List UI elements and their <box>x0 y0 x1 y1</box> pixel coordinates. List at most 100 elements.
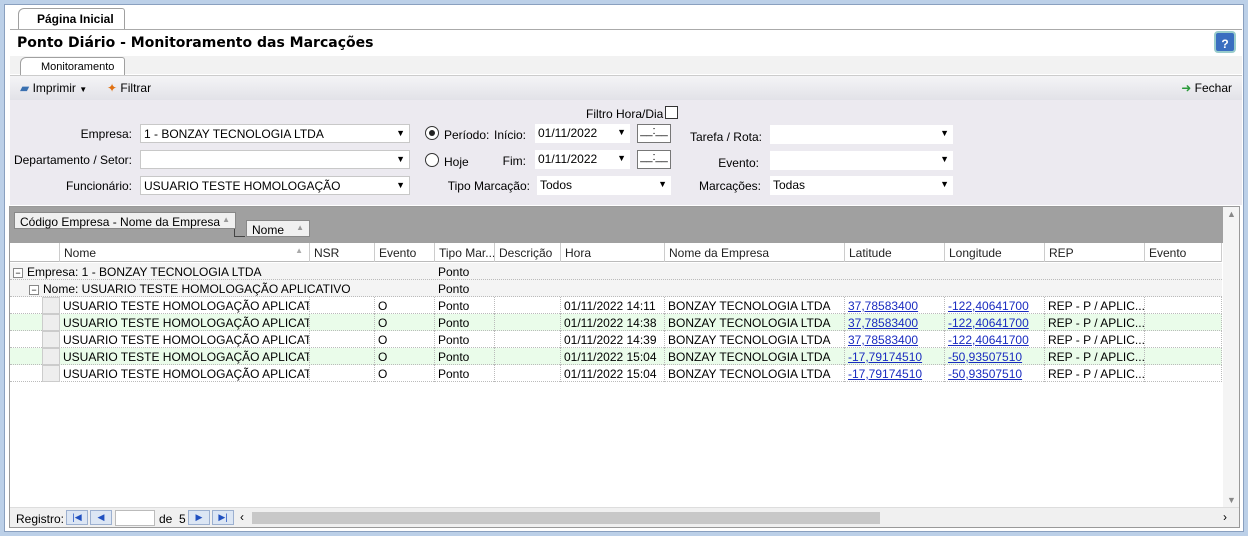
dropdown-arrow-icon: ▼ <box>79 85 88 94</box>
cell-lat[interactable]: 37,78583400 <box>845 331 945 348</box>
toolbar: ▰ Imprimir ▼ ✦ Filtrar ➜ Fechar <box>10 75 1242 100</box>
cell-lon[interactable]: -50,93507510 <box>945 365 1045 382</box>
group-row-empresa[interactable]: − Empresa: 1 - BONZAY TECNOLOGIA LTDA Pon… <box>10 263 1222 280</box>
table-row[interactable]: USUARIO TESTE HOMOLOGAÇÃO APLICAT... O Pon… <box>10 314 1222 331</box>
cell-nome: USUARIO TESTE HOMOLOGAÇÃO APLICAT... <box>60 331 310 348</box>
collapse-icon[interactable]: − <box>13 268 23 278</box>
tipo-marcacao-label: Tipo Marcação: <box>447 179 530 193</box>
row-indicator[interactable] <box>42 348 60 365</box>
col-latitude[interactable]: Latitude <box>845 243 945 262</box>
col-hora[interactable]: Hora <box>561 243 665 262</box>
total-records: 5 <box>179 512 186 526</box>
col-nome[interactable]: Nome ▲ <box>60 243 310 262</box>
cell-desc <box>495 365 561 382</box>
marcacoes-value: Todas <box>773 178 806 192</box>
empresa-label: Empresa: <box>80 127 132 141</box>
cell-lat[interactable]: 37,78583400 <box>845 297 945 314</box>
cell-lat[interactable]: 37,78583400 <box>845 314 945 331</box>
row-indicator[interactable] <box>42 365 60 382</box>
hoje-label: Hoje <box>444 155 469 169</box>
col-rep[interactable]: REP <box>1045 243 1145 262</box>
col-empresa[interactable]: Nome da Empresa <box>665 243 845 262</box>
fim-time[interactable]: __:__ <box>637 150 671 169</box>
next-record-button[interactable]: ▶ <box>188 510 210 525</box>
print-button[interactable]: ▰ Imprimir ▼ <box>20 81 87 95</box>
tab-pagina-inicial[interactable]: Página Inicial <box>18 8 125 30</box>
first-record-button[interactable]: |◀ <box>66 510 88 525</box>
grid-footer: Registro: |◀ ◀ de 5 ▶ ▶| ‹ › <box>10 507 1239 527</box>
row-indicator[interactable] <box>42 314 60 331</box>
row-indicator[interactable] <box>42 297 60 314</box>
empresa-select[interactable]: 1 - BONZAY TECNOLOGIA LTDA ▼ <box>140 124 410 143</box>
chevron-down-icon: ▼ <box>396 180 405 190</box>
record-input[interactable] <box>115 510 155 526</box>
row-indicator[interactable] <box>42 331 60 348</box>
inicio-date[interactable]: 01/11/2022 ▼ <box>535 124 630 143</box>
group-chip-empresa[interactable]: Código Empresa - Nome da Empresa ▲ <box>14 212 236 229</box>
tipo-marcacao-select[interactable]: Todos ▼ <box>537 176 671 195</box>
inicio-label: Início: <box>493 128 526 142</box>
cell-nome: USUARIO TESTE HOMOLOGAÇÃO APLICAT... <box>60 348 310 365</box>
tab-monitoramento[interactable]: Monitoramento <box>20 57 126 75</box>
cell-evento: O <box>375 314 435 331</box>
cell-evento: O <box>375 297 435 314</box>
cell-evento: O <box>375 348 435 365</box>
group-chip-nome[interactable]: Nome ▲ <box>246 220 310 237</box>
col-tipo[interactable]: Tipo Mar... <box>435 243 495 262</box>
cell-rep: REP - P / APLIC... <box>1045 314 1145 331</box>
cell-tipo: Ponto <box>435 314 495 331</box>
table-row[interactable]: USUARIO TESTE HOMOLOGAÇÃO APLICAT... O Pon… <box>10 365 1222 382</box>
cell-evento: O <box>375 365 435 382</box>
tipo-value: Todos <box>540 178 573 192</box>
cell-lon[interactable]: -122,40641700 <box>945 331 1045 348</box>
help-icon[interactable]: ? <box>1214 31 1236 53</box>
inicio-time[interactable]: __:__ <box>637 124 671 143</box>
close-button[interactable]: ➜ Fechar <box>1181 81 1232 95</box>
cell-lat[interactable]: -17,79174510 <box>845 365 945 382</box>
col-descricao[interactable]: Descrição <box>495 243 561 262</box>
col-nsr[interactable]: NSR <box>310 243 375 262</box>
col-longitude[interactable]: Longitude <box>945 243 1045 262</box>
prev-record-button[interactable]: ◀ <box>90 510 112 525</box>
cell-lat[interactable]: -17,79174510 <box>845 348 945 365</box>
horizontal-scrollbar[interactable]: ‹ › <box>240 510 1235 526</box>
depto-select[interactable]: ▼ <box>140 150 410 169</box>
cell-ev2 <box>1145 331 1222 348</box>
cell-nome: USUARIO TESTE HOMOLOGAÇÃO APLICAT... <box>60 314 310 331</box>
filtro-hora-dia-checkbox[interactable] <box>665 106 678 119</box>
chevron-down-icon: ▼ <box>396 128 405 138</box>
tarefa-select[interactable]: ▼ <box>770 125 953 144</box>
marcacoes-select[interactable]: Todas ▼ <box>770 176 953 195</box>
funcionario-select[interactable]: USUARIO TESTE HOMOLOGAÇÃO ▼ <box>140 176 410 195</box>
cell-hora: 01/11/2022 15:04 <box>561 348 665 365</box>
data-grid: Código Empresa - Nome da Empresa ▲ Nome ▲ … <box>9 206 1240 528</box>
filter-button[interactable]: ✦ Filtrar <box>107 81 151 95</box>
cell-nsr <box>310 365 375 382</box>
funcionario-label: Funcionário: <box>65 179 132 193</box>
cell-rep: REP - P / APLIC... <box>1045 365 1145 382</box>
table-row[interactable]: USUARIO TESTE HOMOLOGAÇÃO APLICAT... O Pon… <box>10 331 1222 348</box>
table-row[interactable]: USUARIO TESTE HOMOLOGAÇÃO APLICAT... O Pon… <box>10 348 1222 365</box>
cell-lon[interactable]: -122,40641700 <box>945 297 1045 314</box>
group-label: Empresa: 1 - BONZAY TECNOLOGIA LTDA <box>27 265 262 279</box>
cell-tipo: Ponto <box>435 331 495 348</box>
group-chip-label: Código Empresa - Nome da Empresa <box>20 215 221 229</box>
cell-lon[interactable]: -50,93507510 <box>945 348 1045 365</box>
cell-lon[interactable]: -122,40641700 <box>945 314 1045 331</box>
cell-desc <box>495 331 561 348</box>
vertical-scrollbar[interactable]: ▼ ▲ <box>1223 207 1239 507</box>
group-row-nome[interactable]: − Nome: USUARIO TESTE HOMOLOGAÇÃO APLICAT… <box>10 280 1222 297</box>
fim-label: Fim: <box>502 154 526 168</box>
fim-date[interactable]: 01/11/2022 ▼ <box>535 150 630 169</box>
last-record-button[interactable]: ▶| <box>212 510 234 525</box>
periodo-radio[interactable] <box>425 126 439 140</box>
printer-icon: ▰ <box>20 81 30 95</box>
hoje-radio[interactable] <box>425 153 439 167</box>
evento-label: Evento: <box>718 156 759 170</box>
col-evento-2[interactable]: Evento <box>1145 243 1222 262</box>
evento-select[interactable]: ▼ <box>770 151 953 170</box>
col-evento[interactable]: Evento <box>375 243 435 262</box>
chevron-down-icon: ▼ <box>940 128 949 138</box>
collapse-icon[interactable]: − <box>29 285 39 295</box>
table-row[interactable]: USUARIO TESTE HOMOLOGAÇÃO APLICAT... O Pon… <box>10 297 1222 314</box>
